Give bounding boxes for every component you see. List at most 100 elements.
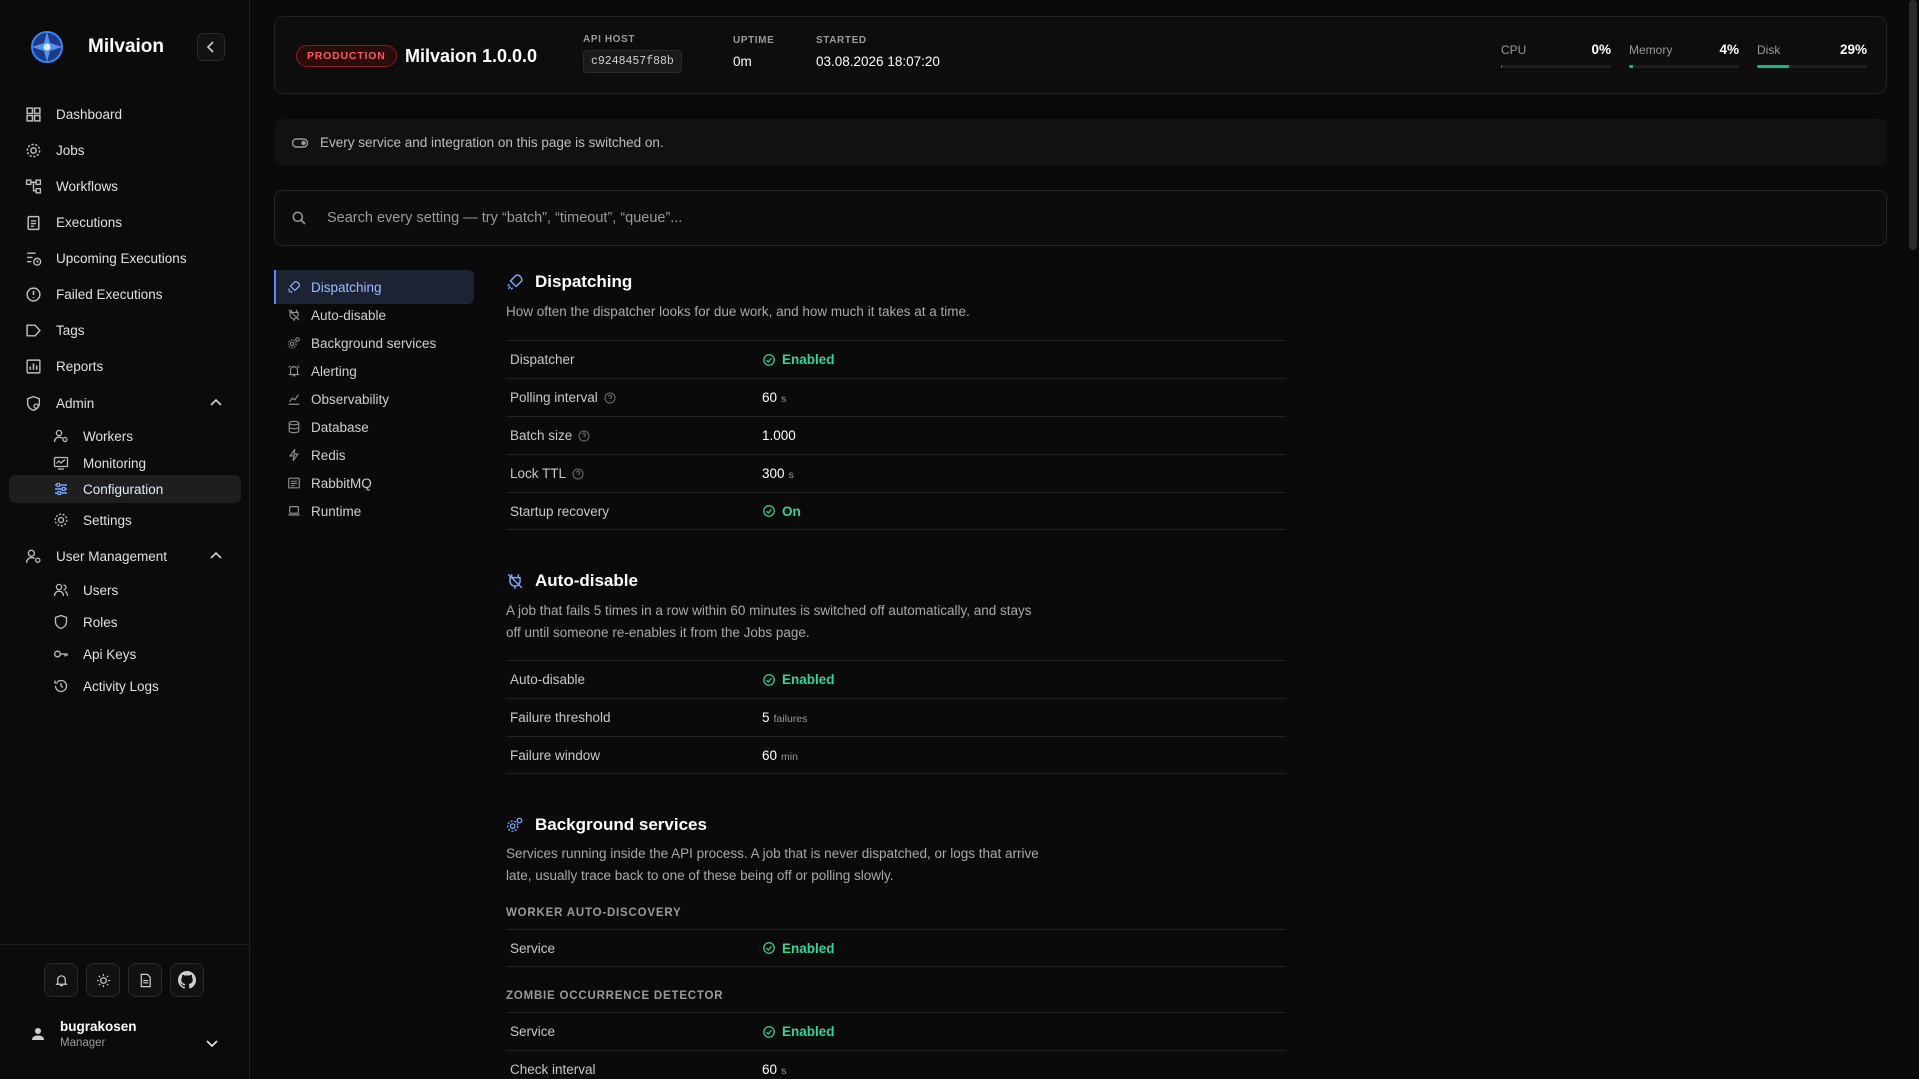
sidebar-group-admin[interactable]: Admin <box>25 389 222 417</box>
help-icon[interactable] <box>578 430 590 442</box>
brand[interactable]: Milvaion <box>28 28 164 66</box>
sidebar-item-label: Roles <box>83 614 118 630</box>
setting-label: Check interval <box>506 1062 762 1077</box>
sidebar: Milvaion Dashboard Jobs Workflows Execut… <box>0 0 250 1079</box>
sidebar-item-activity-logs[interactable]: Activity Logs <box>53 672 159 700</box>
metric-fill <box>1501 65 1503 68</box>
sidebar-item-workers[interactable]: Workers <box>53 422 133 450</box>
setting-label-text: Service <box>510 1024 556 1039</box>
sidebar-group-label: User Management <box>56 548 168 564</box>
brand-name: Milvaion <box>88 36 165 57</box>
sidebar-item-users[interactable]: Users <box>53 576 118 604</box>
section-title-text: Dispatching <box>535 272 633 291</box>
line-chart-icon <box>288 394 300 405</box>
section-title-auto-disable: Auto-disable <box>506 571 638 591</box>
setting-value: 60 s <box>762 1062 786 1077</box>
setting-label-text: Check interval <box>510 1062 596 1077</box>
page-scrollbar[interactable] <box>1909 0 1917 250</box>
notifications-button[interactable] <box>44 963 78 997</box>
sidebar-item-upcoming-executions[interactable]: Upcoming Executions <box>25 244 187 272</box>
check-circle-icon <box>763 505 775 517</box>
laptop-icon <box>288 506 300 516</box>
dashboard-icon <box>26 106 41 122</box>
sidebar-item-jobs[interactable]: Jobs <box>25 136 85 164</box>
check-circle-icon <box>763 1025 775 1038</box>
sidebar-item-label: Users <box>83 582 119 598</box>
sidebar-item-label: Failed Executions <box>56 286 163 302</box>
user-profile[interactable]: bugrakosen Manager <box>30 1019 137 1049</box>
setting-label: Lock TTL <box>506 466 762 481</box>
setting-label: Failure threshold <box>506 710 762 725</box>
section-nav-runtime[interactable]: Runtime <box>274 494 474 528</box>
setting-value: 5 failures <box>762 710 807 725</box>
metric-label: Memory <box>1629 43 1673 57</box>
setting-row: Failure window 60 min <box>506 736 1286 774</box>
chevron-up-icon <box>210 398 222 406</box>
metric-bar <box>1501 65 1611 68</box>
value-number: 1.000 <box>762 428 796 443</box>
document-icon <box>140 973 151 987</box>
admin-shield-icon <box>26 395 41 411</box>
setting-label: Service <box>506 1024 762 1039</box>
sidebar-item-monitoring[interactable]: Monitoring <box>53 449 146 477</box>
theme-toggle-button[interactable] <box>86 963 120 997</box>
status-badge: Enabled <box>762 941 835 956</box>
sidebar-item-api-keys[interactable]: Api Keys <box>53 640 136 668</box>
sidebar-item-dashboard[interactable]: Dashboard <box>25 100 122 128</box>
metric-bar <box>1757 65 1867 68</box>
started: STARTED 03.08.2026 18:07:20 <box>816 35 940 69</box>
docs-button[interactable] <box>128 963 162 997</box>
sidebar-item-label: Jobs <box>56 142 85 158</box>
value-unit: min <box>781 750 798 763</box>
shield-icon <box>54 614 68 630</box>
sidebar-item-label: Executions <box>56 214 123 230</box>
sidebar-item-failed-executions[interactable]: Failed Executions <box>25 280 163 308</box>
chevron-left-icon <box>206 41 214 53</box>
cogs-icon <box>507 817 523 832</box>
plug-off-icon <box>507 573 523 589</box>
status-badge: Enabled <box>762 672 835 687</box>
help-icon[interactable] <box>572 468 584 480</box>
setting-label: Service <box>506 941 762 956</box>
api-host: API HOST c9248457f88b <box>583 34 682 73</box>
status-text: On <box>782 503 801 519</box>
sidebar-item-tags[interactable]: Tags <box>25 316 85 344</box>
github-button[interactable] <box>170 963 204 997</box>
check-circle-icon <box>763 673 775 686</box>
sidebar-footer: bugrakosen Manager <box>0 944 250 1079</box>
section-nav-label: Database <box>311 419 369 435</box>
setting-label: Polling interval <box>506 390 762 405</box>
collapse-sidebar-button[interactable] <box>197 33 225 61</box>
metric-fill <box>1757 65 1789 68</box>
status-badge: On <box>762 504 801 519</box>
setting-row: Service Enabled <box>506 929 1286 967</box>
value-number: 60 <box>762 390 778 405</box>
notice-text: Every service and integration on this pa… <box>320 135 664 150</box>
setting-label-text: Startup recovery <box>510 503 610 519</box>
chevron-down-icon[interactable] <box>204 1035 220 1051</box>
sidebar-item-settings[interactable]: Settings <box>53 506 132 534</box>
cogs-icon <box>287 337 300 349</box>
sidebar-item-executions[interactable]: Executions <box>25 208 122 236</box>
sidebar-item-label: Workflows <box>56 178 119 194</box>
sidebar-group-user-management[interactable]: User Management <box>25 542 222 570</box>
sidebar-item-roles[interactable]: Roles <box>53 608 118 636</box>
user-icon <box>32 1028 44 1040</box>
setting-value: 1.000 <box>762 428 796 443</box>
sidebar-item-reports[interactable]: Reports <box>25 352 103 380</box>
key-icon <box>54 650 68 658</box>
gear-icon <box>54 513 68 527</box>
value-number: 60 <box>762 747 778 763</box>
started-label: STARTED <box>816 35 867 46</box>
section-title-text: Auto-disable <box>535 571 638 590</box>
sidebar-item-label: Reports <box>56 358 104 374</box>
users-cog-icon <box>53 429 68 443</box>
search-input[interactable] <box>327 210 1727 226</box>
sidebar-item-label: Monitoring <box>83 455 147 471</box>
status-badge: Enabled <box>762 1024 835 1039</box>
sidebar-item-configuration[interactable]: Configuration <box>9 475 241 503</box>
check-circle-icon <box>763 353 775 366</box>
sidebar-item-workflows[interactable]: Workflows <box>25 172 118 200</box>
sidebar-item-label: Api Keys <box>83 646 137 662</box>
help-icon[interactable] <box>604 392 616 404</box>
